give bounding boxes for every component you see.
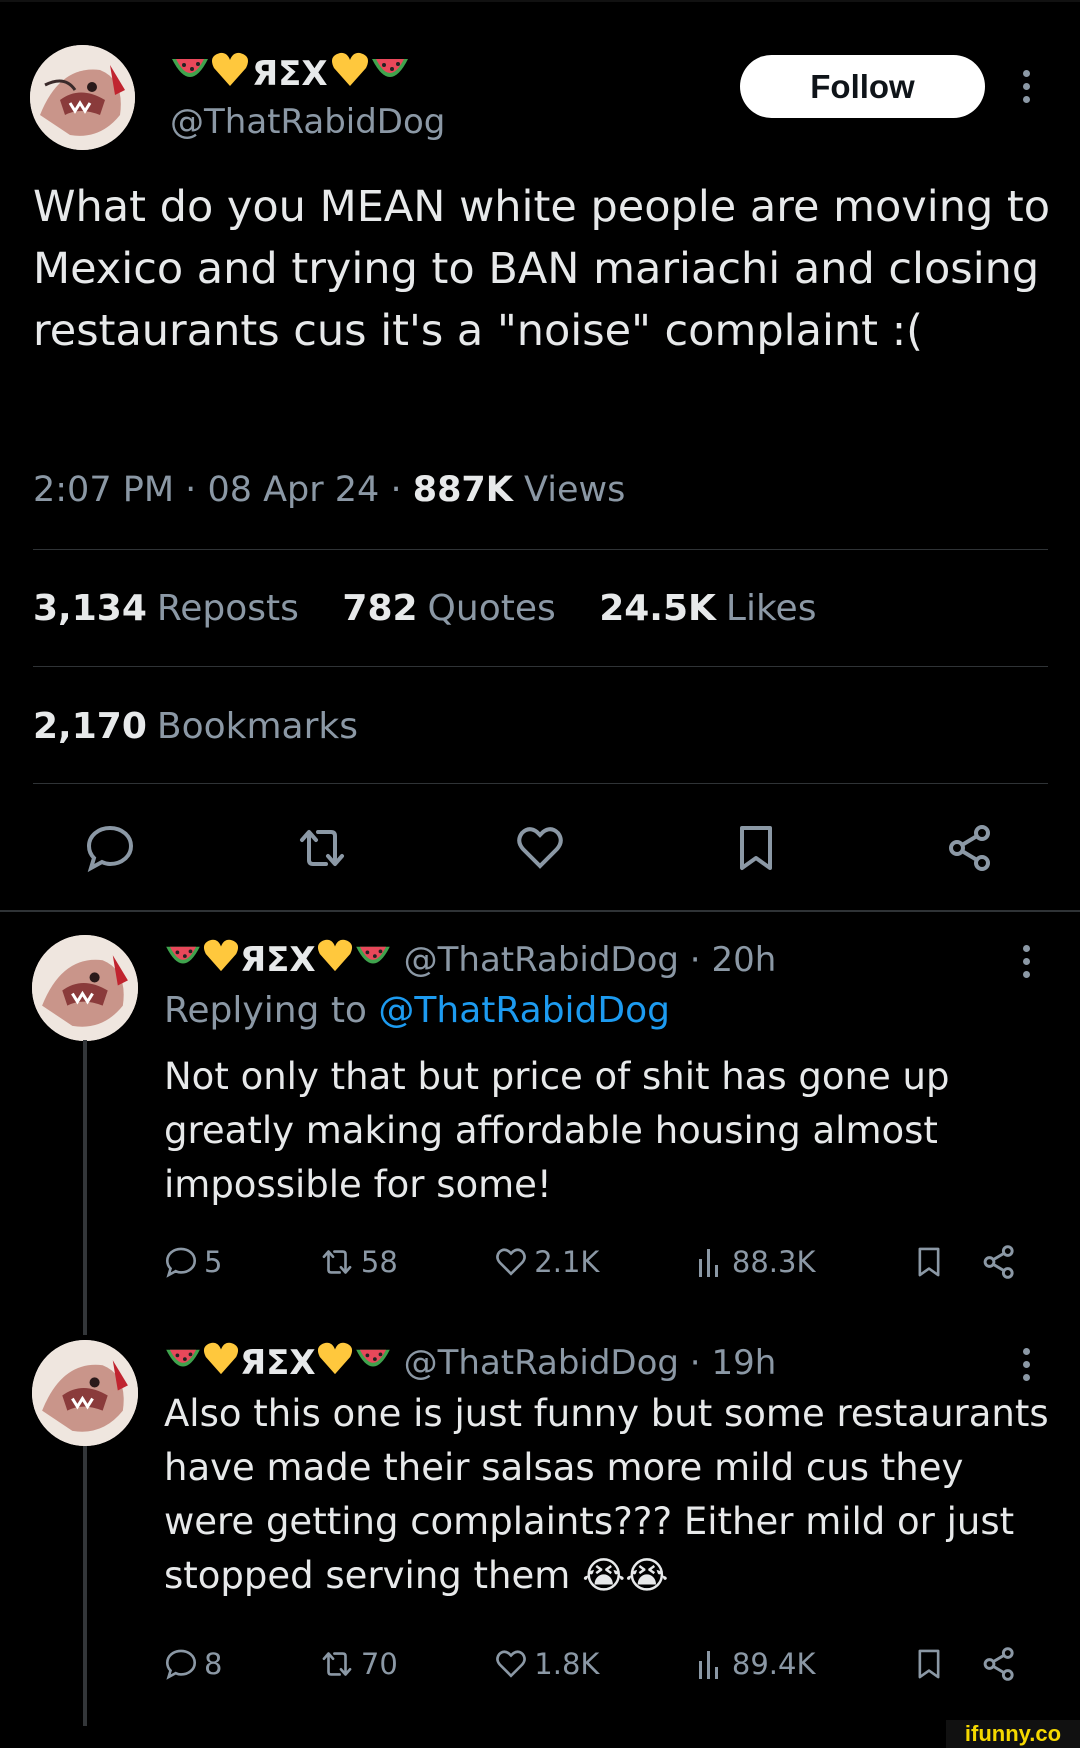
yellow-heart-icon — [202, 1340, 240, 1385]
avatar[interactable] — [30, 45, 135, 150]
more-options-icon[interactable] — [1023, 70, 1031, 109]
reply-count[interactable]: 8 — [164, 1647, 222, 1681]
views-count: 887K — [412, 470, 513, 510]
avatar-image-icon — [32, 1340, 138, 1446]
yellow-heart-icon — [316, 1340, 354, 1385]
tweet-text: What do you MEAN white people are moving… — [33, 182, 1051, 356]
tweet-time: 2:07 PM — [33, 470, 175, 510]
reply-avatar[interactable] — [32, 935, 138, 1041]
analytics-icon — [698, 1249, 718, 1277]
avatar-image-icon — [32, 935, 138, 1041]
thread-line — [83, 1446, 87, 1726]
reply-handle[interactable]: @ThatRabidDog — [404, 1343, 679, 1383]
views-label: Views — [524, 470, 626, 510]
section-separator — [0, 910, 1080, 912]
yellow-heart-icon — [330, 50, 370, 97]
divider — [33, 666, 1048, 667]
share-icon[interactable] — [980, 1243, 1018, 1281]
like-icon[interactable] — [514, 822, 566, 874]
reply-display-name[interactable]: ЯΣX — [240, 1343, 316, 1383]
reply-icon[interactable] — [84, 822, 136, 874]
quotes-stat[interactable]: 782 Quotes — [342, 588, 555, 629]
reply-icon — [165, 1649, 197, 1680]
top-border — [0, 0, 1080, 2]
tweet-meta: 2:07 PM · 08 Apr 24 · 887K Views — [33, 470, 626, 510]
display-name-text: ЯΣX — [252, 53, 328, 94]
reply-icon — [165, 1247, 197, 1278]
share-icon[interactable] — [980, 1645, 1018, 1683]
reply-more-options-icon[interactable] — [1023, 945, 1031, 984]
like-count[interactable]: 1.8K — [494, 1647, 599, 1681]
thread-line — [83, 1040, 87, 1335]
watermelon-icon — [164, 1343, 202, 1383]
bookmark-icon[interactable] — [912, 1645, 946, 1683]
reply-more-options-icon[interactable] — [1023, 1348, 1031, 1387]
like-icon — [496, 1650, 527, 1678]
watermelon-icon — [354, 940, 392, 980]
watermelon-icon — [370, 54, 410, 94]
reply-count[interactable]: 5 — [164, 1245, 222, 1279]
likes-stat[interactable]: 24.5K Likes — [599, 588, 816, 629]
share-icon[interactable] — [944, 822, 996, 874]
divider — [33, 549, 1048, 550]
divider — [33, 783, 1048, 784]
yellow-heart-icon — [316, 937, 354, 982]
watermelon-icon — [354, 1343, 392, 1383]
analytics-icon — [698, 1651, 718, 1679]
like-icon — [496, 1248, 527, 1276]
repost-count[interactable]: 70 — [319, 1647, 398, 1681]
repost-icon — [322, 1250, 352, 1274]
reply-text: Not only that but price of shit has gone… — [164, 1055, 950, 1206]
repost-icon[interactable] — [296, 822, 348, 874]
handle[interactable]: @ThatRabidDog — [170, 102, 445, 142]
reply-header: ЯΣX @ThatRabidDog · 19h — [164, 1340, 776, 1385]
views-count[interactable]: 89.4K — [696, 1647, 816, 1681]
engagement-stats: 3,134 Reposts 782 Quotes 24.5K Likes — [33, 588, 848, 629]
display-name[interactable]: ЯΣX — [170, 50, 410, 97]
reply-text: Also this one is just funny but some res… — [164, 1392, 1049, 1597]
watermelon-icon — [170, 54, 210, 94]
reply-header: ЯΣX @ThatRabidDog · 20h — [164, 937, 776, 982]
repost-icon — [322, 1652, 352, 1676]
reply-action-bar: 5 58 2.1K 88.3K — [164, 1243, 1024, 1281]
avatar-image-icon — [30, 45, 135, 150]
reply-age: 20h — [711, 939, 777, 980]
reply-action-bar: 8 70 1.8K 89.4K — [164, 1645, 1024, 1683]
repost-count[interactable]: 58 — [319, 1245, 398, 1279]
views-count[interactable]: 88.3K — [696, 1245, 816, 1279]
reposts-stat[interactable]: 3,134 Reposts — [33, 588, 299, 629]
replying-to: Replying to @ThatRabidDog — [164, 990, 670, 1031]
reply-age: 19h — [711, 1342, 777, 1383]
crying-emoji: 😭😭 — [582, 1554, 669, 1597]
reply-avatar[interactable] — [32, 1340, 138, 1446]
reply-handle[interactable]: @ThatRabidDog — [404, 940, 679, 980]
yellow-heart-icon — [202, 937, 240, 982]
like-count[interactable]: 2.1K — [494, 1245, 599, 1279]
watermark: ifunny.co — [946, 1720, 1080, 1748]
yellow-heart-icon — [210, 50, 250, 97]
watermelon-icon — [164, 940, 202, 980]
reply-display-name[interactable]: ЯΣX — [240, 940, 316, 980]
bookmark-icon[interactable] — [730, 822, 782, 874]
bookmarks-stat[interactable]: 2,170 Bookmarks — [33, 706, 358, 747]
bookmark-icon[interactable] — [912, 1243, 946, 1281]
follow-button[interactable]: Follow — [740, 55, 985, 118]
tweet-date: 08 Apr 24 — [207, 470, 380, 510]
replying-to-link[interactable]: @ThatRabidDog — [378, 990, 670, 1031]
